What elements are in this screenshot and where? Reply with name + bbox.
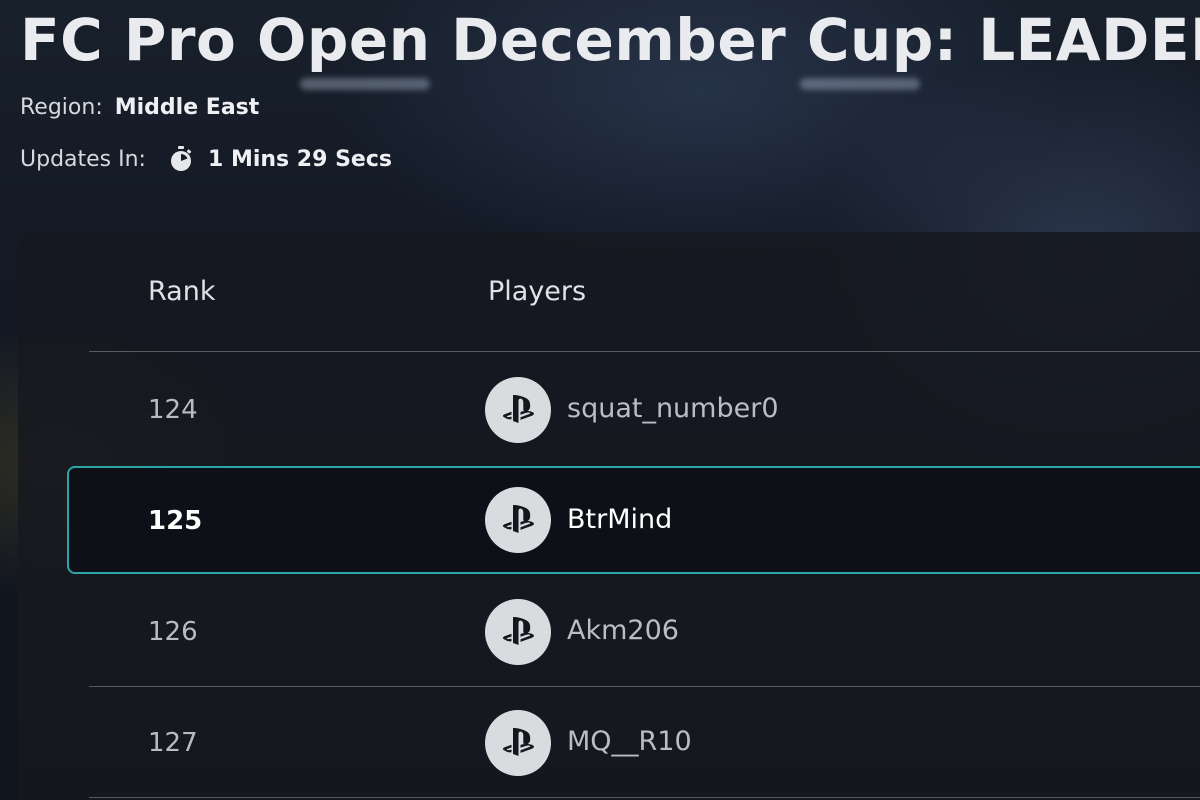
leaderboard-panel: Rank Players 124 squat_number0 125 BtrMi… (18, 232, 1200, 800)
column-header-rank: Rank (148, 276, 216, 307)
region-info: Region: Middle East (20, 95, 259, 120)
region-label: Region: (20, 95, 103, 120)
rank-value: 126 (148, 617, 198, 647)
background-blur-decoration (800, 78, 920, 90)
region-value: Middle East (114, 95, 260, 120)
rank-value: 125 (148, 506, 203, 536)
playstation-icon (485, 599, 551, 665)
column-header-players: Players (488, 276, 587, 307)
leaderboard-screen: FC Pro Open December Cup: LEADERBO Regio… (0, 0, 1200, 800)
row-divider (89, 686, 1200, 687)
rank-value: 124 (148, 395, 198, 425)
leaderboard-row-selected[interactable]: 125 BtrMind (67, 466, 1200, 574)
playstation-icon (485, 487, 551, 553)
update-timer: Updates In: 1 Mins 29 Secs (20, 146, 392, 172)
player-name: squat_number0 (567, 393, 779, 424)
background-blur-decoration (300, 78, 430, 90)
updates-countdown-value: 1 Mins 29 Secs (207, 146, 392, 172)
leaderboard-header-row: Rank Players (18, 232, 1200, 352)
leaderboard-row[interactable]: 124 squat_number0 (18, 355, 1200, 465)
stopwatch-icon (168, 146, 194, 172)
leaderboard-row[interactable]: 127 MQ__R10 (18, 688, 1200, 798)
player-name: MQ__R10 (567, 726, 692, 757)
playstation-icon (485, 710, 551, 776)
page-title: FC Pro Open December Cup: LEADERBO (20, 6, 1200, 74)
player-name: Akm206 (567, 615, 679, 646)
updates-label: Updates In: (20, 146, 146, 172)
row-divider (89, 797, 1200, 798)
player-name: BtrMind (567, 504, 673, 535)
playstation-icon (485, 377, 551, 443)
rank-value: 127 (148, 728, 198, 758)
leaderboard-row[interactable]: 126 Akm206 (18, 577, 1200, 687)
header-divider (89, 351, 1200, 352)
